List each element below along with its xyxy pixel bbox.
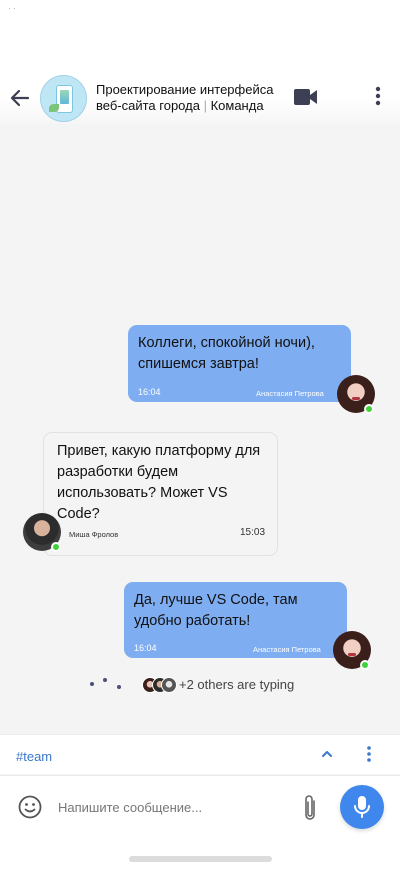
smiley-icon bbox=[18, 795, 42, 819]
message-text-line: Да, лучше VS Code, там bbox=[134, 592, 298, 608]
message-bubble-outgoing[interactable]: Да, лучше VS Code, там удобно работать! … bbox=[124, 582, 347, 658]
video-call-button[interactable] bbox=[294, 88, 318, 106]
message-bubble-outgoing[interactable]: Коллеги, спокойной ночи), спишемся завтр… bbox=[128, 325, 351, 402]
chat-title-main: веб-сайта города bbox=[96, 98, 200, 113]
typing-dot bbox=[103, 678, 107, 682]
expand-button[interactable] bbox=[320, 747, 334, 761]
message-composer bbox=[0, 775, 400, 872]
message-text-line: Коллеги, спокойной ночи), bbox=[138, 335, 315, 351]
chat-title[interactable]: Проектирование интерфейса веб-сайта горо… bbox=[96, 82, 286, 114]
online-indicator bbox=[360, 660, 370, 670]
back-button[interactable] bbox=[8, 86, 32, 110]
group-avatar[interactable] bbox=[40, 75, 87, 122]
emoji-button[interactable] bbox=[17, 794, 43, 820]
message-text: Да, лучше VS Code, там удобно работать! bbox=[134, 590, 298, 632]
microphone-icon bbox=[354, 796, 370, 818]
home-indicator bbox=[129, 856, 272, 862]
message-text: Привет, какую платформу для разработки б… bbox=[57, 441, 260, 525]
chat-title-line2: веб-сайта города | Команда bbox=[96, 98, 286, 114]
message-time: 16:04 bbox=[138, 387, 161, 397]
chevron-up-icon bbox=[322, 751, 332, 757]
message-bubble-incoming[interactable]: Привет, какую платформу для разработки б… bbox=[43, 432, 278, 556]
typing-avatar bbox=[161, 677, 177, 693]
message-text-line: удобно работать! bbox=[134, 613, 251, 629]
chat-header: Проектирование интерфейса веб-сайта горо… bbox=[0, 20, 400, 124]
message-text-line: Code? bbox=[57, 506, 100, 522]
message-text-line: использовать? Может VS bbox=[57, 485, 228, 501]
message-text: Коллеги, спокойной ночи), спишемся завтр… bbox=[138, 333, 315, 375]
arrow-left-icon bbox=[10, 89, 30, 107]
more-vertical-icon bbox=[367, 746, 371, 762]
tag-label[interactable]: #team bbox=[16, 749, 52, 764]
voice-message-button[interactable] bbox=[340, 785, 384, 829]
chat-title-line1: Проектирование интерфейса bbox=[96, 82, 274, 97]
typing-dot bbox=[90, 682, 94, 686]
video-camera-icon bbox=[294, 89, 317, 105]
status-bar: · · bbox=[0, 0, 400, 20]
chat-title-separator: | bbox=[203, 98, 207, 113]
message-time: 16:04 bbox=[134, 643, 157, 653]
message-input[interactable] bbox=[58, 794, 288, 820]
tag-bar: #team bbox=[0, 734, 400, 774]
message-text-line: Привет, какую платформу для bbox=[57, 443, 261, 459]
typing-dot bbox=[117, 685, 121, 689]
message-author: Анастасия Петрова bbox=[256, 389, 324, 398]
paperclip-icon bbox=[305, 795, 315, 820]
online-indicator bbox=[51, 542, 61, 552]
message-text-line: спишемся завтра! bbox=[138, 356, 259, 372]
typing-text: +2 others are typing bbox=[179, 677, 295, 692]
more-vertical-icon bbox=[375, 86, 381, 106]
status-dot: · · bbox=[8, 4, 16, 13]
online-indicator bbox=[364, 404, 374, 414]
message-author: Анастасия Петрова bbox=[253, 645, 321, 654]
typing-indicator: +2 others are typing bbox=[88, 676, 388, 696]
attach-button[interactable] bbox=[300, 793, 320, 823]
message-time: 15:03 bbox=[240, 527, 266, 538]
chat-title-suffix: Команда bbox=[210, 98, 264, 113]
message-text-line: разработки будем bbox=[57, 464, 179, 480]
message-author: Миша Фролов bbox=[69, 530, 119, 539]
leaf-illustration-icon bbox=[49, 104, 59, 112]
more-options-button[interactable] bbox=[372, 84, 384, 108]
tag-more-button[interactable] bbox=[364, 745, 374, 763]
